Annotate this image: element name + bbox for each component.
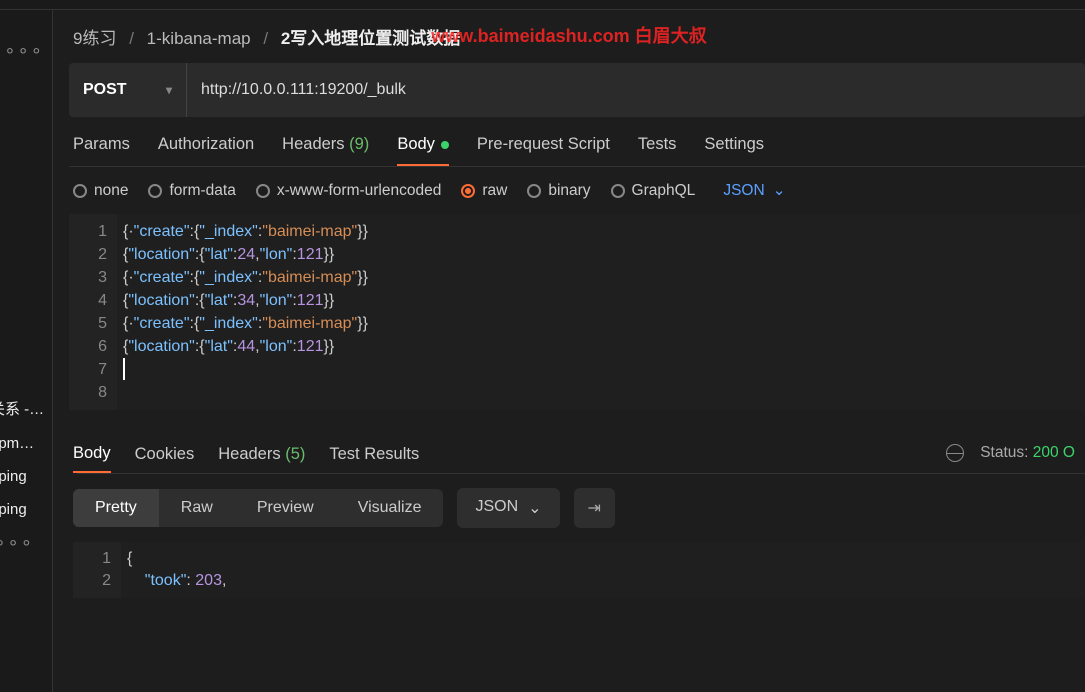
globe-icon[interactable]	[946, 444, 964, 462]
radio-graphql[interactable]: GraphQL	[611, 182, 696, 200]
response-body-editor[interactable]: 12 { "took": 203,	[73, 542, 1085, 598]
tab-tests[interactable]: Tests	[638, 135, 677, 166]
tab-prerequest[interactable]: Pre-request Script	[477, 135, 610, 166]
more-icon[interactable]: ∘∘∘	[0, 532, 34, 553]
sidebar: ∘∘∘ 关系 -… -ipm… pping pping ∘∘∘	[0, 10, 52, 692]
tab-params[interactable]: Params	[73, 135, 130, 166]
radio-raw[interactable]: raw	[461, 182, 507, 200]
method-select[interactable]: POST ▾	[69, 63, 187, 117]
more-icon[interactable]: ∘∘∘	[4, 40, 44, 61]
radio-form-data[interactable]: form-data	[148, 182, 235, 200]
view-pretty[interactable]: Pretty	[73, 489, 159, 527]
resp-tab-tests[interactable]: Test Results	[329, 445, 419, 472]
wrap-lines-button[interactable]: ⇥	[574, 488, 615, 528]
response-tabs: Body Cookies Headers (5) Test Results St…	[69, 434, 1085, 473]
radio-none[interactable]: none	[73, 182, 128, 200]
raw-format-select[interactable]: JSON⌄	[723, 181, 785, 200]
tab-settings[interactable]: Settings	[704, 135, 764, 166]
watermark: www.baimeidashu.com 白眉大叔	[431, 22, 706, 48]
status-code: 200 O	[1033, 444, 1075, 461]
resp-format-select[interactable]: JSON⌄	[457, 488, 559, 528]
breadcrumb-item[interactable]: 1-kibana-map	[147, 29, 251, 48]
tab-body[interactable]: Body	[397, 135, 449, 166]
request-body-editor[interactable]: 12345678 {·"create":{"_index":"baimei-ma…	[69, 214, 1085, 410]
view-mode-pill: Pretty Raw Preview Visualize	[73, 489, 443, 527]
sidebar-item[interactable]: pping	[0, 460, 50, 493]
view-visualize[interactable]: Visualize	[336, 489, 444, 527]
url-input[interactable]	[187, 63, 1085, 117]
body-type-row: none form-data x-www-form-urlencoded raw…	[61, 167, 1085, 214]
radio-binary[interactable]: binary	[527, 182, 590, 200]
view-raw[interactable]: Raw	[159, 489, 235, 527]
sidebar-item[interactable]: 关系 -…	[0, 390, 50, 427]
request-url-row: POST ▾	[69, 63, 1085, 117]
chevron-down-icon: ⌄	[773, 181, 786, 200]
chevron-down-icon: ⌄	[528, 498, 541, 518]
view-preview[interactable]: Preview	[235, 489, 336, 527]
unsaved-dot-icon	[441, 141, 449, 149]
status-label: Status:	[980, 444, 1028, 461]
breadcrumb-item[interactable]: 9练习	[73, 29, 116, 48]
chevron-down-icon: ▾	[166, 83, 172, 97]
sidebar-item[interactable]: pping	[0, 493, 50, 526]
sidebar-item[interactable]: -ipm…	[0, 427, 50, 460]
request-tabs: Params Authorization Headers (9) Body Pr…	[61, 117, 1085, 166]
resp-tab-cookies[interactable]: Cookies	[135, 445, 195, 472]
radio-urlencoded[interactable]: x-www-form-urlencoded	[256, 182, 442, 200]
tab-authorization[interactable]: Authorization	[158, 135, 254, 166]
resp-tab-body[interactable]: Body	[73, 444, 111, 473]
tab-headers[interactable]: Headers (9)	[282, 135, 369, 166]
sidebar-items: 关系 -… -ipm… pping pping	[0, 390, 50, 526]
resp-tab-headers[interactable]: Headers (5)	[218, 445, 305, 472]
